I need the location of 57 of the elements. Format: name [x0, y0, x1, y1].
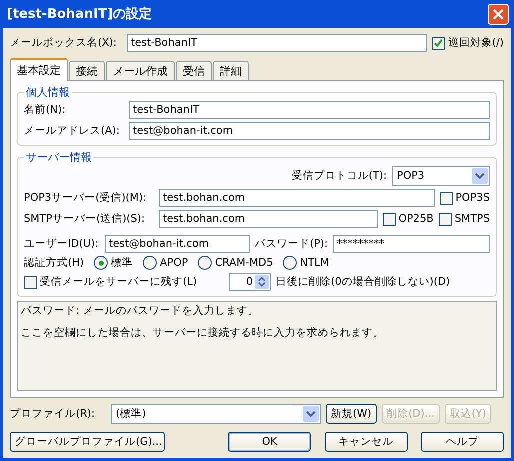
- radio-label: APOP: [160, 257, 188, 269]
- field-label: ユーザーID(U):: [24, 237, 100, 251]
- radio-label: NTLM: [300, 257, 330, 269]
- checkbox[interactable]: [432, 36, 446, 50]
- checkbox-label: POP3S: [456, 192, 490, 204]
- field-label: SMTPサーバー(送信)(S):: [24, 212, 146, 226]
- field-label: パスワード(P):: [255, 237, 328, 251]
- field-label: 日後に削除(0の場合削除しない)(D): [276, 275, 450, 289]
- protocol-dropdown[interactable]: POP3: [392, 166, 490, 186]
- tab[interactable]: 受信: [176, 61, 212, 80]
- field-label: 名前(N):: [24, 103, 67, 117]
- close-button[interactable]: [488, 4, 509, 24]
- window-title: [test-BohanIT]の設定: [7, 6, 152, 23]
- checkbox-label: 受信メールをサーバーに残す(L): [40, 275, 198, 289]
- input-field[interactable]: test@bohan-it.com: [105, 235, 250, 253]
- spin-arrows-icon[interactable]: [255, 275, 269, 289]
- field-label: POP3サーバー(受信)(M):: [24, 191, 148, 205]
- radio-label: CRAM-MD5: [215, 257, 274, 269]
- group-title: 個人情報: [25, 85, 71, 100]
- radio-button[interactable]: [94, 256, 108, 270]
- checkbox-label: OP25B: [398, 213, 434, 225]
- dialog-button[interactable]: キャンセル: [324, 432, 408, 452]
- radio-label: 標準: [111, 256, 134, 270]
- dialog-button[interactable]: OK: [228, 432, 312, 452]
- dialog-button[interactable]: ヘルプ: [420, 432, 504, 452]
- dialog-button[interactable]: グローバルプロファイル(G)...: [10, 432, 165, 452]
- group-title: サーバー情報: [25, 150, 93, 165]
- field-label: メールアドレス(A):: [24, 124, 121, 138]
- checkbox[interactable]: [382, 212, 396, 226]
- field-label: 受信プロトコル(T):: [292, 169, 387, 183]
- tab[interactable]: メール作成: [106, 61, 175, 80]
- input-field[interactable]: test-BohanIT: [127, 34, 428, 52]
- tab[interactable]: 詳細: [213, 61, 249, 80]
- radio-button[interactable]: [198, 256, 212, 270]
- close-icon: [493, 8, 504, 20]
- checkbox-label: SMTPS: [454, 213, 490, 225]
- help-text: パスワード: メールのパスワードを入力します。: [21, 304, 260, 318]
- input-field[interactable]: test.bohan.com: [159, 189, 435, 207]
- checkbox[interactable]: [24, 276, 37, 288]
- checkbox[interactable]: [440, 192, 453, 204]
- radio-button[interactable]: [283, 256, 298, 270]
- input-field[interactable]: test.bohan.com: [159, 210, 378, 228]
- checkbox[interactable]: [438, 212, 452, 226]
- password-field[interactable]: *********: [333, 235, 490, 253]
- tab[interactable]: 接続: [69, 61, 105, 80]
- field-label: プロファイル(R):: [10, 407, 96, 421]
- number-spinner[interactable]: 0: [229, 273, 271, 291]
- field-label: メールボックス名(X):: [10, 36, 118, 50]
- tab[interactable]: 基本設定: [10, 58, 68, 81]
- help-text: ここを空欄にした場合は、サーバーに接続する時に入力を求められます。: [21, 326, 385, 340]
- profile-dropdown[interactable]: (標準): [111, 404, 321, 424]
- input-field[interactable]: test@bohan-it.com: [129, 122, 490, 140]
- input-field[interactable]: test-BohanIT: [129, 101, 490, 119]
- field-label: 認証方式(H): [24, 256, 84, 270]
- profile-button[interactable]: 新規(W): [326, 404, 377, 424]
- checkbox-label: 巡回対象(/): [448, 36, 504, 50]
- radio-button[interactable]: [143, 256, 158, 270]
